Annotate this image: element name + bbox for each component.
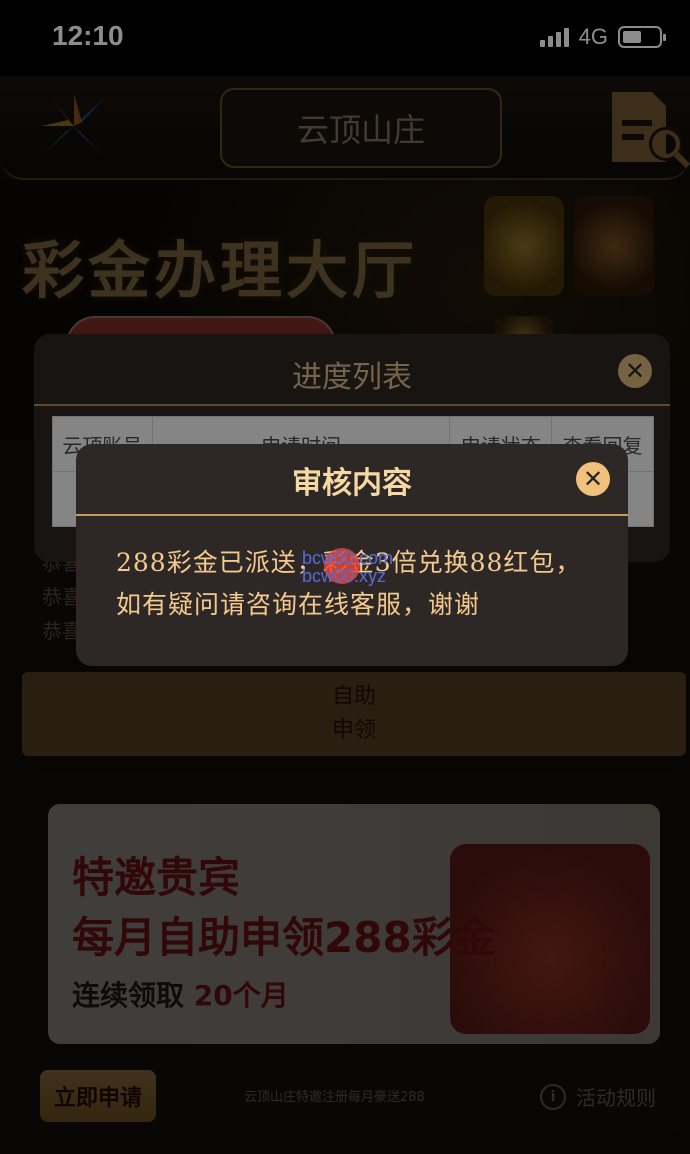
network-type: 4G <box>578 24 608 49</box>
battery-icon <box>618 26 666 48</box>
signal-icon <box>539 27 569 47</box>
watermark-logo: bcw00.com bcw00.xyz <box>302 548 412 588</box>
status-indicators: 4G <box>539 24 666 50</box>
progress-close-icon[interactable]: ✕ <box>618 354 652 388</box>
status-time: 12:10 <box>52 20 124 51</box>
watermark-text: bcw00.xyz <box>302 566 387 586</box>
review-modal-title: 审核内容 <box>292 466 412 501</box>
status-bar: 12:10 4G <box>0 0 690 76</box>
divider <box>76 514 628 516</box>
divider <box>34 404 670 406</box>
progress-modal-title: 进度列表 <box>292 360 412 395</box>
review-close-icon[interactable]: ✕ <box>576 462 610 496</box>
